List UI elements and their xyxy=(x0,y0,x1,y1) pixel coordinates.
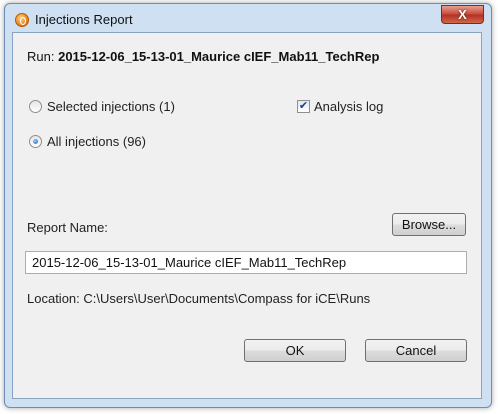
browse-button[interactable]: Browse... xyxy=(392,213,466,236)
ok-button[interactable]: OK xyxy=(244,339,346,362)
close-icon: X xyxy=(458,7,467,22)
report-name-label: Report Name: xyxy=(27,220,108,235)
analysis-log-label: Analysis log xyxy=(314,99,384,114)
run-info: Run: 2015-12-06_15-13-01_Maurice cIEF_Ma… xyxy=(27,49,379,64)
all-injections-radio[interactable]: All injections (96) xyxy=(29,134,146,149)
checkmark-icon: ✔ xyxy=(297,100,310,113)
location-text: Location: C:\Users\User\Documents\Compas… xyxy=(27,291,371,306)
report-name-input[interactable]: 2015-12-06_15-13-01_Maurice cIEF_Mab11_T… xyxy=(25,251,467,274)
selected-injections-radio[interactable]: Selected injections (1) xyxy=(29,99,175,114)
radio-circle-selected xyxy=(29,100,42,113)
window-title: Injections Report xyxy=(35,12,133,27)
title-bar[interactable]: Injections Report X xyxy=(5,4,491,32)
selected-injections-label: Selected injections (1) xyxy=(47,99,175,114)
close-button[interactable]: X xyxy=(441,5,484,24)
injections-report-dialog: Injections Report X Run: 2015-12-06_15-1… xyxy=(4,3,492,408)
app-icon xyxy=(15,13,29,27)
radio-circle-all xyxy=(29,135,42,148)
dialog-body: Run: 2015-12-06_15-13-01_Maurice cIEF_Ma… xyxy=(12,32,482,399)
cancel-button[interactable]: Cancel xyxy=(365,339,467,362)
run-value: 2015-12-06_15-13-01_Maurice cIEF_Mab11_T… xyxy=(58,49,380,64)
analysis-log-checkbox[interactable]: ✔ Analysis log xyxy=(297,99,383,114)
all-injections-label: All injections (96) xyxy=(47,134,146,149)
run-label: Run: xyxy=(27,49,55,64)
